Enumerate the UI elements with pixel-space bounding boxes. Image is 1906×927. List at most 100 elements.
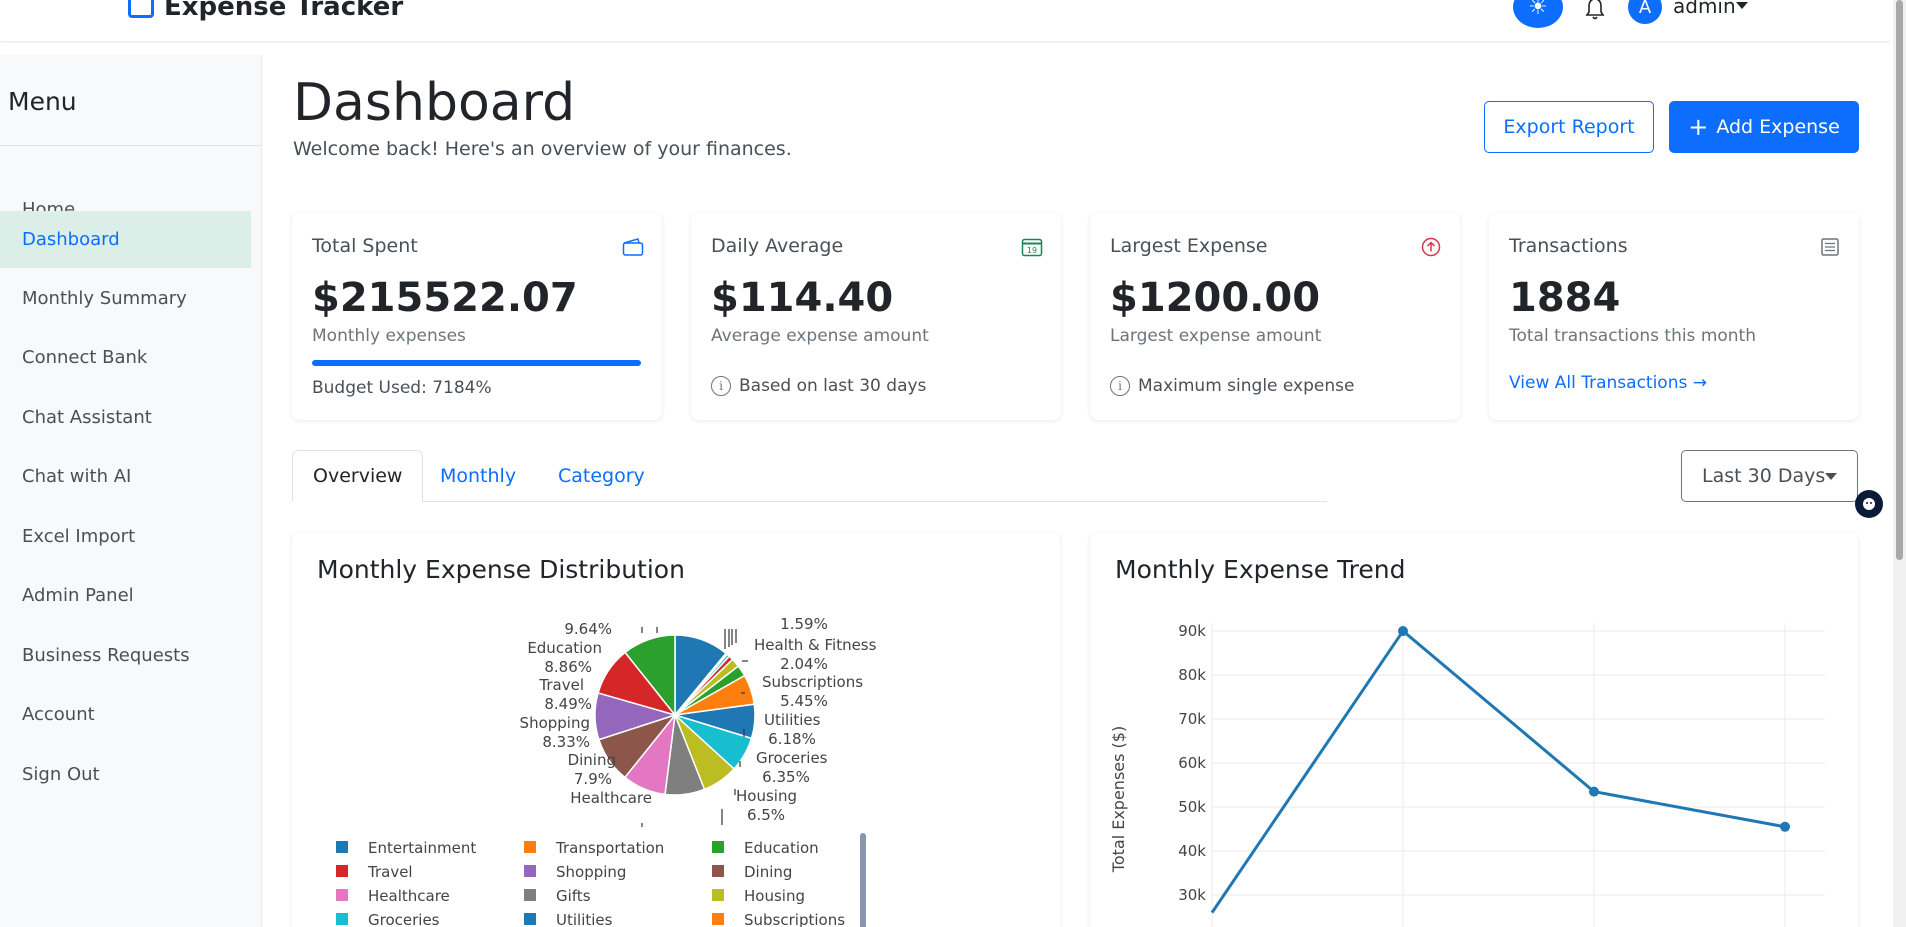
page-scrollbar[interactable] bbox=[1893, 0, 1906, 927]
legend-swatch bbox=[524, 913, 536, 925]
legend-item[interactable]: Utilities bbox=[524, 911, 613, 927]
tab-overview[interactable]: Overview bbox=[292, 450, 424, 502]
calendar-icon: 19 bbox=[1021, 238, 1043, 257]
pie-label: Health & Fitness bbox=[754, 636, 877, 654]
legend-item[interactable]: Travel bbox=[336, 863, 413, 881]
legend-label: Housing bbox=[744, 887, 805, 905]
export-report-button[interactable]: Export Report bbox=[1484, 101, 1654, 153]
card-subtitle: Monthly expenses bbox=[312, 326, 466, 346]
legend-item[interactable]: Dining bbox=[712, 863, 792, 881]
y-tick-label: 70k bbox=[1178, 710, 1206, 728]
data-point[interactable] bbox=[1398, 626, 1408, 636]
legend-item[interactable]: Healthcare bbox=[336, 887, 450, 905]
legend-item[interactable]: Housing bbox=[712, 887, 805, 905]
legend-label: Healthcare bbox=[368, 887, 450, 905]
sun-icon: ☀ bbox=[1528, 0, 1548, 20]
pie-label: Education bbox=[527, 639, 602, 657]
date-range-select[interactable]: Last 30 Days bbox=[1681, 450, 1858, 502]
tab-category[interactable]: Category bbox=[558, 450, 645, 502]
daily-average-card: Daily Average 19 $114.40 Average expense… bbox=[691, 213, 1061, 420]
y-tick-label: 30k bbox=[1178, 886, 1206, 904]
sidebar: Menu Home Dashboard Monthly Summary Conn… bbox=[0, 55, 262, 927]
pie-label: Shopping bbox=[520, 714, 590, 732]
data-point[interactable] bbox=[1780, 821, 1790, 832]
pie-label: Dining bbox=[568, 751, 616, 769]
tab-monthly[interactable]: Monthly bbox=[440, 450, 516, 502]
legend-item[interactable]: Education bbox=[712, 839, 819, 857]
sidebar-item-dashboard[interactable]: Dashboard bbox=[0, 211, 251, 268]
legend-swatch bbox=[336, 841, 348, 853]
legend-item[interactable]: Shopping bbox=[524, 863, 626, 881]
card-footnote: i Maximum single expense bbox=[1110, 376, 1354, 396]
sidebar-item-chat-assistant[interactable]: Chat Assistant bbox=[0, 389, 251, 446]
sidebar-item-admin-panel[interactable]: Admin Panel bbox=[0, 567, 251, 624]
data-point[interactable] bbox=[1589, 786, 1599, 797]
brand[interactable]: Expense Tracker bbox=[128, 0, 403, 22]
pie-label: 6.5% bbox=[747, 806, 785, 824]
card-title: Total Spent bbox=[312, 235, 418, 257]
legend-label: Entertainment bbox=[368, 839, 476, 857]
legend-scrollbar[interactable] bbox=[860, 833, 866, 927]
pie-chart: 9.64%Education8.86%Travel8.49%Shopping8.… bbox=[336, 615, 877, 927]
pie-label: Travel bbox=[538, 676, 584, 694]
line-chart: 90k 80k 70k 60k 50k 40k 30k Total Expenses ($) bbox=[1109, 622, 1825, 927]
scrollbar-thumb[interactable] bbox=[1896, 0, 1903, 560]
info-icon: i bbox=[711, 376, 731, 396]
pie-label: Utilities bbox=[764, 711, 821, 729]
sidebar-item-sign-out[interactable]: Sign Out bbox=[0, 746, 251, 803]
chevron-down-icon[interactable] bbox=[1736, 2, 1748, 9]
legend-swatch bbox=[712, 865, 724, 877]
legend-item[interactable]: Transportation bbox=[524, 839, 664, 857]
add-expense-button[interactable]: + Add Expense bbox=[1669, 101, 1859, 153]
calendar-day: 19 bbox=[1027, 246, 1037, 255]
sidebar-item-chat-with-ai[interactable]: Chat with AI bbox=[0, 448, 251, 505]
pie-legend[interactable]: Entertainment Transportation Education Trav… bbox=[336, 839, 845, 927]
y-tick-label: 80k bbox=[1178, 666, 1206, 684]
footnote-text: Based on last 30 days bbox=[739, 376, 927, 396]
budget-progress-fill bbox=[312, 360, 641, 366]
wallet-icon bbox=[622, 238, 644, 256]
budget-used-text: Budget Used: 7184% bbox=[312, 378, 492, 398]
add-expense-label: Add Expense bbox=[1716, 116, 1840, 138]
sidebar-item-business-requests[interactable]: Business Requests bbox=[0, 627, 251, 684]
view-all-transactions-link[interactable]: View All Transactions → bbox=[1509, 373, 1707, 393]
legend-item[interactable]: Groceries bbox=[336, 911, 440, 927]
theme-toggle-button[interactable]: ☀ bbox=[1513, 0, 1563, 28]
divider bbox=[0, 145, 262, 146]
pie-slices bbox=[594, 634, 756, 796]
notifications-button[interactable] bbox=[1582, 0, 1608, 22]
sidebar-item-connect-bank[interactable]: Connect Bank bbox=[0, 329, 251, 386]
page-title: Dashboard bbox=[293, 73, 576, 133]
legend-item[interactable]: Entertainment bbox=[336, 839, 476, 857]
date-range-value: Last 30 Days bbox=[1702, 465, 1826, 487]
user-menu[interactable]: admin bbox=[1673, 0, 1736, 18]
chat-widget-button[interactable] bbox=[1855, 490, 1883, 518]
sidebar-title: Menu bbox=[8, 87, 77, 116]
legend-swatch bbox=[524, 865, 536, 877]
y-tick-labels: 90k 80k 70k 60k 50k 40k 30k bbox=[1178, 622, 1206, 904]
avatar[interactable]: A bbox=[1628, 0, 1662, 24]
pie-label: 1.59% bbox=[780, 615, 828, 633]
y-tick-label: 50k bbox=[1178, 798, 1206, 816]
legend-label: Education bbox=[744, 839, 819, 857]
card-title: Largest Expense bbox=[1110, 235, 1268, 257]
sidebar-item-monthly-summary[interactable]: Monthly Summary bbox=[0, 270, 251, 327]
chevron-down-icon bbox=[1825, 473, 1837, 480]
legend-label: Dining bbox=[744, 863, 792, 881]
legend-swatch bbox=[524, 841, 536, 853]
sidebar-item-excel-import[interactable]: Excel Import bbox=[0, 508, 251, 565]
sidebar-item-account[interactable]: Account bbox=[0, 686, 251, 743]
largest-expense-value: $1200.00 bbox=[1110, 275, 1321, 321]
pie-label: 5.45% bbox=[780, 692, 828, 710]
pie-label: 2.04% bbox=[780, 655, 828, 673]
plus-icon: + bbox=[1688, 113, 1709, 141]
card-footnote: i Based on last 30 days bbox=[711, 376, 926, 396]
budget-progress-bar bbox=[312, 360, 641, 366]
legend-item[interactable]: Gifts bbox=[524, 887, 591, 905]
pie-label: Groceries bbox=[756, 749, 828, 767]
legend-swatch bbox=[712, 913, 724, 925]
total-spent-value: $215522.07 bbox=[312, 275, 578, 321]
legend-label: Utilities bbox=[556, 911, 613, 927]
legend-item[interactable]: Subscriptions bbox=[712, 911, 845, 927]
legend-swatch bbox=[712, 841, 724, 853]
